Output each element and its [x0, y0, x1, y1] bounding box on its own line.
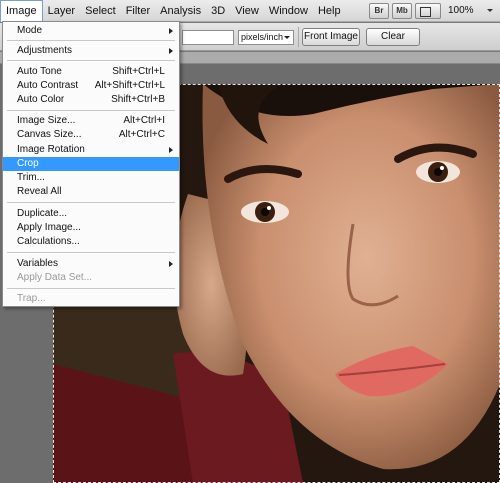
menu-item-shortcut: Shift+Ctrl+L: [112, 66, 165, 77]
menu-item-label: Auto Color: [17, 94, 65, 105]
submenu-arrow-icon: [169, 261, 173, 267]
menu-separator: [7, 252, 175, 253]
menu-item-label: Apply Data Set...: [17, 272, 93, 283]
menu-item-mode[interactable]: Mode: [3, 24, 179, 38]
menu-3d[interactable]: 3D: [206, 0, 230, 22]
menu-item-label: Image Size...: [17, 115, 76, 126]
options-divider: [298, 27, 299, 47]
bridge-button[interactable]: Br: [369, 3, 389, 19]
submenu-arrow-icon: [169, 28, 173, 34]
menu-window[interactable]: Window: [264, 0, 313, 22]
menu-item-image-rotation[interactable]: Image Rotation: [3, 143, 179, 157]
menu-item-shortcut: Alt+Shift+Ctrl+L: [94, 80, 165, 91]
menu-item-canvas-size[interactable]: Canvas Size... Alt+Ctrl+C: [3, 128, 179, 142]
submenu-arrow-icon: [169, 48, 173, 54]
menu-item-adjustments[interactable]: Adjustments: [3, 44, 179, 58]
menu-item-shortcut: Alt+Ctrl+I: [123, 115, 165, 126]
menu-item-label: Calculations...: [17, 236, 80, 247]
menu-item-apply-data-set: Apply Data Set...: [3, 271, 179, 285]
menu-item-auto-tone[interactable]: Auto Tone Shift+Ctrl+L: [3, 65, 179, 79]
menu-item-label: Image Rotation: [17, 144, 85, 155]
menu-help[interactable]: Help: [313, 0, 346, 22]
menu-item-label: Variables: [17, 258, 58, 269]
menu-item-label: Canvas Size...: [17, 129, 82, 140]
menu-item-label: Crop: [17, 158, 39, 169]
menu-filter[interactable]: Filter: [121, 0, 155, 22]
menu-item-label: Mode: [17, 25, 43, 36]
menu-item-label: Reveal All: [17, 186, 62, 197]
menu-item-label: Auto Tone: [17, 66, 62, 77]
menu-separator: [7, 202, 175, 203]
menu-item-label: Apply Image...: [17, 222, 81, 233]
menu-item-apply-image[interactable]: Apply Image...: [3, 221, 179, 235]
menu-item-label: Trim...: [17, 172, 45, 183]
menu-analysis[interactable]: Analysis: [155, 0, 206, 22]
menu-item-reveal-all[interactable]: Reveal All: [3, 185, 179, 199]
zoom-dropdown[interactable]: 100%: [444, 3, 496, 19]
menu-item-trim[interactable]: Trim...: [3, 171, 179, 185]
menu-item-trap: Trap...: [3, 292, 179, 306]
menu-item-shortcut: Shift+Ctrl+B: [111, 94, 165, 105]
image-menu-dropdown: Mode Adjustments Auto Tone Shift+Ctrl+L …: [2, 21, 180, 307]
menu-image[interactable]: Image: [0, 0, 43, 22]
menu-item-crop[interactable]: Crop: [3, 157, 179, 171]
menu-bar: Image Layer Select Filter Analysis 3D Vi…: [0, 0, 500, 22]
clear-button[interactable]: Clear: [366, 28, 420, 46]
menu-item-calculations[interactable]: Calculations...: [3, 235, 179, 249]
menu-view[interactable]: View: [230, 0, 264, 22]
menu-item-duplicate[interactable]: Duplicate...: [3, 207, 179, 221]
menu-item-label: Trap...: [17, 293, 46, 304]
menu-select[interactable]: Select: [80, 0, 121, 22]
menu-item-auto-contrast[interactable]: Auto Contrast Alt+Shift+Ctrl+L: [3, 79, 179, 93]
resolution-input[interactable]: [182, 30, 234, 45]
menu-separator: [7, 40, 175, 41]
menu-item-auto-color[interactable]: Auto Color Shift+Ctrl+B: [3, 93, 179, 107]
menu-item-label: Adjustments: [17, 45, 73, 56]
menu-separator: [7, 110, 175, 111]
menu-item-shortcut: Alt+Ctrl+C: [118, 129, 165, 140]
app-bar-controls: Br Mb 100%: [369, 0, 500, 22]
menu-layer[interactable]: Layer: [43, 0, 81, 22]
front-image-button[interactable]: Front Image: [302, 28, 360, 46]
menu-item-label: Duplicate...: [17, 208, 68, 219]
menu-separator: [7, 60, 175, 61]
submenu-arrow-icon: [169, 147, 173, 153]
menu-item-label: Auto Contrast: [17, 80, 79, 91]
menu-separator: [7, 288, 175, 289]
mini-bridge-button[interactable]: Mb: [392, 3, 412, 19]
resolution-units-select[interactable]: pixels/inch: [238, 30, 294, 45]
screen-mode-icon[interactable]: [415, 3, 441, 19]
menu-item-variables[interactable]: Variables: [3, 257, 179, 271]
menu-item-image-size[interactable]: Image Size... Alt+Ctrl+I: [3, 114, 179, 128]
